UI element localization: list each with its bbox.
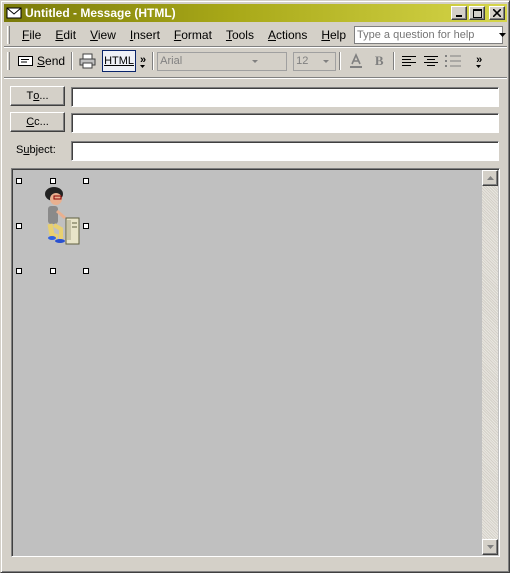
font-size-value: 12 (296, 55, 309, 67)
font-size-dropdown[interactable] (315, 53, 336, 70)
subject-input[interactable] (72, 142, 498, 160)
menu-edit[interactable]: Edit (48, 25, 83, 45)
font-size-select[interactable]: 12 (293, 51, 337, 71)
menu-tools[interactable]: Tools (219, 25, 261, 45)
font-color-icon (350, 53, 363, 68)
minimize-icon (456, 15, 462, 17)
close-icon (493, 9, 501, 17)
help-question-box[interactable] (354, 26, 506, 44)
help-question-input[interactable] (355, 27, 499, 43)
message-body[interactable] (11, 168, 500, 557)
scroll-down-button[interactable] (482, 539, 498, 555)
bold-button[interactable]: B (368, 50, 390, 72)
bullets-button[interactable] (442, 50, 464, 72)
resize-handle[interactable] (50, 178, 56, 184)
print-button[interactable] (76, 50, 100, 72)
toolbar-options-button[interactable]: » (136, 54, 149, 68)
toolbar-separator (152, 52, 155, 70)
maximize-button[interactable] (469, 6, 485, 20)
inserted-clipart-image[interactable] (39, 185, 85, 267)
close-button[interactable] (489, 6, 505, 20)
resize-handle[interactable] (83, 178, 89, 184)
maximize-icon (472, 8, 482, 18)
resize-handle[interactable] (83, 268, 89, 274)
resize-handle[interactable] (16, 268, 22, 274)
chevron-down-icon (476, 64, 482, 68)
to-field[interactable] (71, 87, 499, 107)
menu-bar: File Edit View Insert Format Tools Actio… (4, 24, 507, 46)
window-title: Untitled - Message (HTML) (25, 6, 176, 20)
scroll-up-button[interactable] (482, 170, 498, 186)
resize-handle[interactable] (16, 223, 22, 229)
help-dropdown-button[interactable] (499, 27, 506, 43)
resize-handle[interactable] (50, 268, 56, 274)
align-left-icon (402, 56, 417, 66)
cc-input[interactable] (72, 114, 498, 132)
to-button[interactable]: To... (10, 86, 65, 106)
send-icon (18, 56, 33, 66)
menu-help[interactable]: Help (314, 25, 353, 45)
font-color-button[interactable] (344, 50, 368, 72)
toolbar-options-button[interactable]: » (472, 54, 485, 68)
chevron-up-icon (486, 176, 494, 180)
menu-view[interactable]: View (83, 25, 123, 45)
printer-icon (79, 53, 96, 69)
center-button[interactable] (420, 50, 442, 72)
toolbar-separator-line (4, 77, 507, 79)
toolbar-separator (71, 52, 74, 70)
vertical-scrollbar[interactable] (482, 170, 498, 555)
bold-icon: B (374, 53, 384, 68)
message-window: Untitled - Message (HTML) File Edit View… (0, 0, 510, 573)
minimize-button[interactable] (451, 6, 467, 20)
cc-field[interactable] (71, 113, 499, 133)
html-format-label: HTML (104, 55, 135, 67)
chevron-down-icon (486, 545, 494, 549)
chevron-down-icon (322, 59, 329, 63)
chevron-down-icon (252, 59, 259, 63)
toolbar-separator (339, 52, 342, 70)
menu-actions[interactable]: Actions (261, 25, 314, 45)
chevron-down-icon (499, 33, 506, 37)
bullets-icon (445, 55, 462, 67)
toolbar-separator (393, 52, 396, 70)
center-icon (424, 56, 439, 66)
html-format-button[interactable]: HTML (102, 50, 137, 72)
chevron-down-icon (140, 64, 146, 68)
menu-format[interactable]: Format (167, 25, 219, 45)
formatting-toolbar: Send HTML » Arial 12 B » (4, 48, 507, 74)
subject-field[interactable] (71, 141, 499, 161)
font-name-value: Arial (160, 55, 183, 67)
send-button[interactable]: Send (15, 50, 68, 72)
to-input[interactable] (72, 88, 498, 106)
resize-handle[interactable] (16, 178, 22, 184)
envelope-icon (6, 6, 22, 20)
title-bar[interactable]: Untitled - Message (HTML) (4, 4, 507, 22)
menu-insert[interactable]: Insert (123, 25, 167, 45)
menu-file[interactable]: File (15, 25, 48, 45)
font-name-select[interactable]: Arial (157, 51, 288, 71)
menubar-grip[interactable] (7, 26, 10, 44)
cc-button[interactable]: Cc... (10, 112, 65, 132)
subject-label: Subject: (16, 144, 56, 156)
align-left-button[interactable] (398, 50, 420, 72)
toolbar-grip[interactable] (7, 52, 10, 70)
font-name-dropdown[interactable] (222, 53, 286, 70)
